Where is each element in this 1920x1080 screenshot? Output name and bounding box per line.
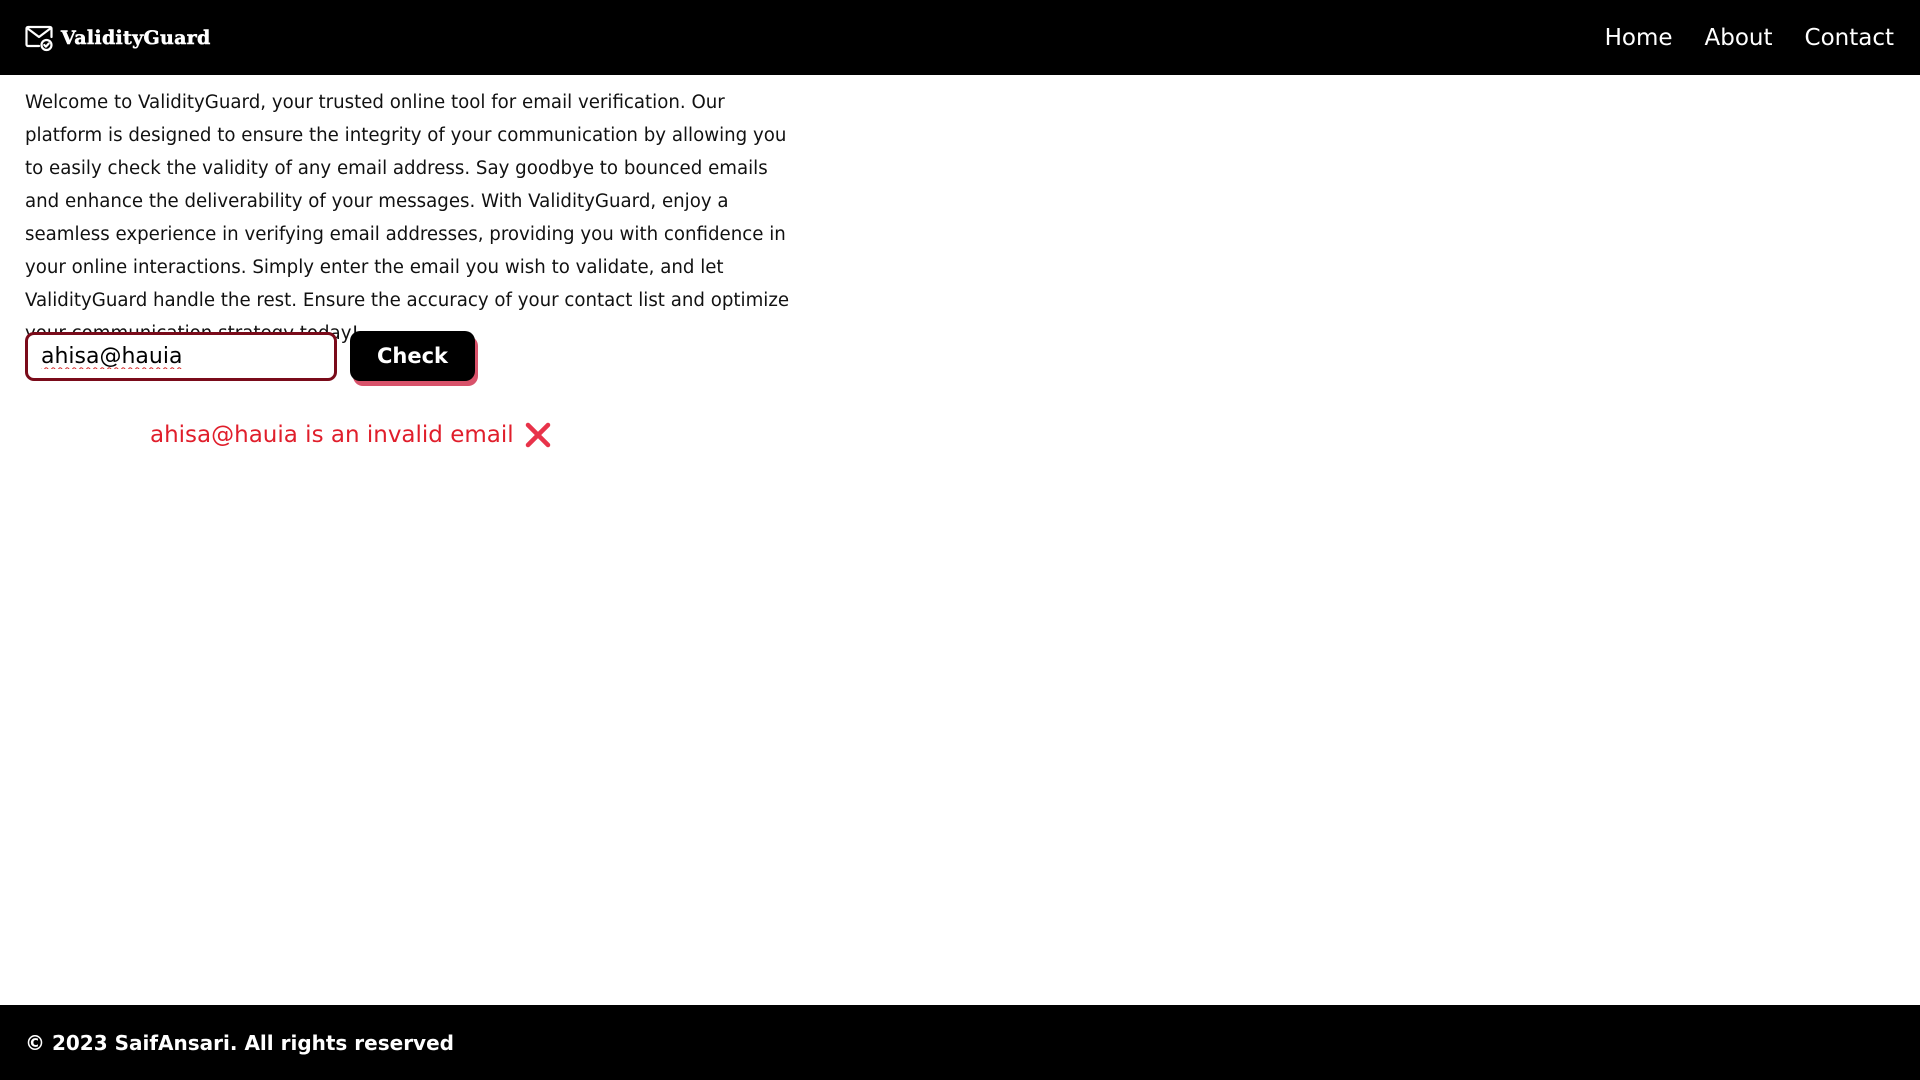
brand-logo-link[interactable]: ValidityGuard [25,24,211,52]
nav-link-contact[interactable]: Contact [1805,25,1894,51]
top-navbar: ValidityGuard Home About Contact [0,0,1920,75]
page: ValidityGuard Home About Contact Welcome… [0,0,1920,1080]
mail-check-icon [25,24,55,52]
nav-link-home[interactable]: Home [1605,25,1673,51]
brand-name: ValidityGuard [61,26,211,49]
validation-result: ahisa@hauia is an invalid email [150,421,552,449]
copyright-text: © 2023 SaifAnsari. All rights reserved [25,1030,454,1055]
result-message: ahisa@hauia is an invalid email [150,422,514,448]
check-button[interactable]: Check [350,331,475,381]
footer: © 2023 SaifAnsari. All rights reserved [0,1005,1920,1080]
cross-mark-icon [524,421,552,449]
nav-link-about[interactable]: About [1705,25,1773,51]
email-input[interactable] [25,331,337,381]
main-nav: Home About Contact [1605,25,1894,51]
intro-paragraph: Welcome to ValidityGuard, your trusted o… [25,92,790,344]
email-check-form: Check [25,331,475,381]
